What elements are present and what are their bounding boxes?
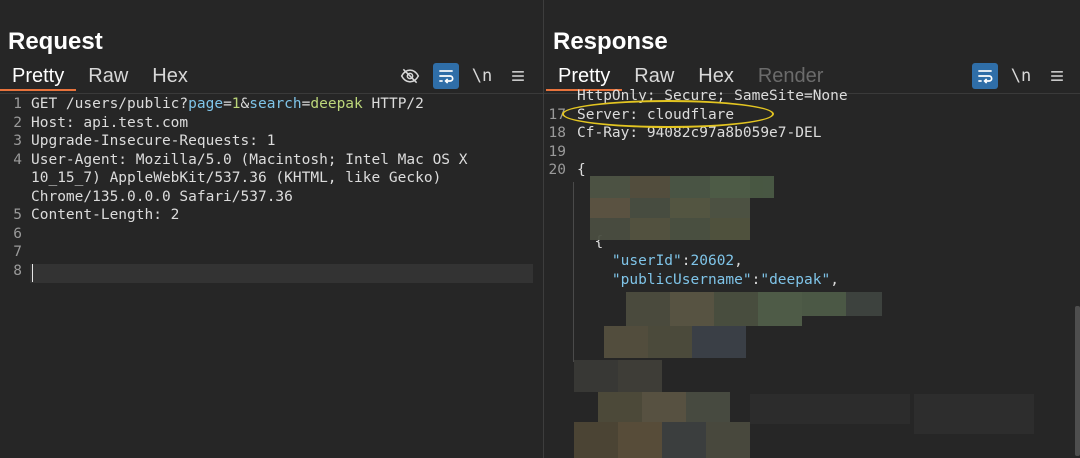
text-cursor [32, 264, 33, 282]
code-line: Chrome/135.0.0.0 Safari/537.36 [31, 189, 293, 205]
line-number: 1 [13, 96, 22, 112]
line-number: 18 [548, 125, 566, 141]
line-number: 6 [13, 225, 22, 242]
line-number: 8 [13, 262, 22, 279]
response-tab-raw[interactable]: Raw [622, 63, 686, 91]
wrap-lines-icon[interactable] [433, 63, 459, 89]
request-editor[interactable]: 1 GET /users/public?page=1&search=deepak … [0, 94, 543, 458]
response-toolbar: \n [972, 63, 1070, 89]
code-token: HTTP/2 [362, 96, 424, 112]
response-tabs: Pretty Raw Hex Render [546, 63, 835, 91]
code-token: Host: api.test.com [31, 114, 189, 131]
code-line: Content-Length: 2 [31, 207, 179, 223]
redacted-content-image [574, 176, 1034, 458]
line-number: 4 [13, 151, 22, 168]
code-token: User-Agent: Mozilla/5.0 (Macintosh; Inte… [31, 151, 468, 168]
code-line: GET /users/public?page=1&search=deepak H… [31, 96, 424, 112]
hide-icon[interactable] [397, 63, 423, 89]
response-tab-hex[interactable]: Hex [686, 63, 746, 91]
code-token: 10_15_7) AppleWebKit/537.36 (KHTML, like… [31, 170, 442, 186]
newline-toggle-icon[interactable]: \n [1008, 63, 1034, 89]
response-tab-pretty[interactable]: Pretty [546, 63, 623, 91]
request-title: Request [8, 28, 103, 55]
request-tabs: Pretty Raw Hex [0, 63, 200, 91]
response-title: Response [553, 28, 668, 55]
line-number: 5 [13, 207, 22, 223]
request-tab-pretty[interactable]: Pretty [0, 63, 77, 91]
line-number: 19 [548, 143, 566, 160]
code-token: & [240, 96, 250, 112]
wrap-lines-icon[interactable] [972, 63, 998, 89]
response-pane: Response Pretty Raw Hex Render \n HttpOn… [544, 0, 1080, 458]
line-number: 20 [548, 162, 566, 178]
code-token: search [249, 96, 302, 112]
response-tab-render[interactable]: Render [746, 63, 836, 91]
code-token: Cf-Ray: 94082c97a8b059e7-DEL [577, 125, 822, 141]
code-line: Cf-Ray: 94082c97a8b059e7-DEL [577, 125, 821, 141]
code-token: Chrome/135.0.0.0 Safari/537.36 [31, 188, 293, 205]
line-number: 3 [13, 133, 22, 149]
server-header-highlight [562, 100, 774, 128]
code-token: 1 [231, 96, 241, 112]
code-line: Host: api.test.com [31, 115, 188, 131]
menu-icon[interactable] [1044, 63, 1070, 89]
line-number: 7 [13, 244, 22, 260]
line-number: 2 [13, 114, 22, 131]
code-token: GET /users/public? [31, 96, 189, 112]
code-line: Upgrade-Insecure-Requests: 1 [31, 133, 275, 149]
code-token: Content-Length: 2 [31, 207, 180, 223]
code-token: = [223, 96, 232, 112]
code-line: 10_15_7) AppleWebKit/537.36 (KHTML, like… [31, 170, 441, 186]
code-token: page [188, 96, 224, 112]
request-toolbar: \n [397, 63, 531, 89]
menu-icon[interactable] [505, 63, 531, 89]
request-pane: Request Pretty Raw Hex \n 1 GET /users/p… [0, 0, 543, 458]
newline-toggle-icon[interactable]: \n [469, 63, 495, 89]
current-line-highlight [30, 264, 533, 283]
code-token: deepak [310, 96, 363, 112]
request-tab-raw[interactable]: Raw [76, 63, 140, 91]
code-line: User-Agent: Mozilla/5.0 (Macintosh; Inte… [31, 152, 468, 168]
code-token: Upgrade-Insecure-Requests: 1 [31, 133, 276, 149]
request-tab-hex[interactable]: Hex [140, 63, 200, 91]
